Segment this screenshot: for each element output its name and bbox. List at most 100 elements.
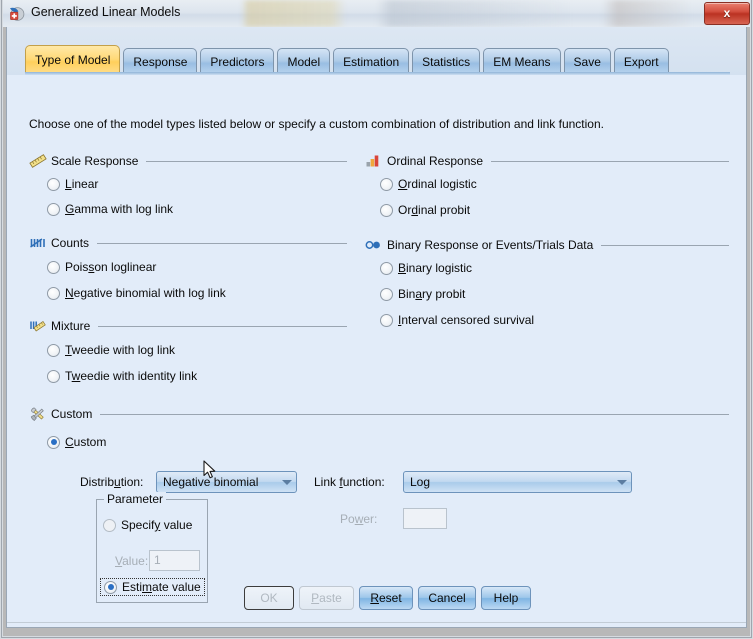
tab-model[interactable]: Model <box>277 48 331 75</box>
radio-ordinal-logistic[interactable]: Ordinal logistic <box>380 177 477 191</box>
type-of-model-panel: Choose one of the model types listed bel… <box>7 75 746 626</box>
section-binary-response: Binary Response or Events/Trials Data <box>365 237 729 253</box>
ok-button[interactable]: OK <box>244 586 294 610</box>
tab-export[interactable]: Export <box>613 48 669 75</box>
radio-indicator <box>380 203 393 217</box>
radio-indicator <box>103 518 116 532</box>
binary-dots-icon <box>365 237 383 253</box>
tab-response[interactable]: Response <box>123 48 198 75</box>
chevron-down-icon <box>282 479 292 485</box>
radio-interval-censored-survival[interactable]: Interval censored survival <box>380 313 534 327</box>
parameter-groupbox-title: Parameter <box>104 492 167 506</box>
link-function-label: Link function: <box>314 475 385 489</box>
window-title: Generalized Linear Models <box>31 5 181 19</box>
section-mixture-label: Mixture <box>51 319 91 333</box>
section-mixture: Mixture <box>29 318 347 334</box>
value-label: Value: <box>115 554 149 568</box>
tab-em-means[interactable]: EM Means <box>483 48 561 75</box>
radio-indicator <box>380 287 393 301</box>
generalized-linear-models-dialog: Generalized Linear Models x Type of Mode… <box>0 0 753 639</box>
link-function-dropdown[interactable]: Log <box>403 471 632 493</box>
section-rule <box>491 160 729 162</box>
radio-poisson-loglinear-label: Poisson loglinear <box>65 260 157 274</box>
button-bar: OK Paste Reset Cancel Help <box>7 578 746 626</box>
radio-poisson-loglinear[interactable]: Poisson loglinear <box>47 260 156 274</box>
tab-strip: Type of Model Response Predictors Model … <box>7 27 746 75</box>
chevron-down-icon <box>617 479 627 485</box>
section-counts: Counts <box>29 235 347 251</box>
section-scale-response: Scale Response <box>29 153 347 169</box>
radio-indicator <box>47 369 60 383</box>
section-ordinal-response-label: Ordinal Response <box>387 154 484 168</box>
radio-binary-probit-label: Binary probit <box>398 287 466 301</box>
section-rule <box>98 325 347 327</box>
radio-tweedie-with-log-link[interactable]: Tweedie with log link <box>47 343 175 357</box>
radio-ordinal-probit[interactable]: Ordinal probit <box>380 203 470 217</box>
section-custom-label: Custom <box>51 407 93 421</box>
radio-ordinal-probit-label: Ordinal probit <box>398 203 471 217</box>
section-rule <box>100 413 729 415</box>
section-scale-response-label: Scale Response <box>51 154 139 168</box>
instruction-text: Choose one of the model types listed bel… <box>29 117 604 131</box>
section-rule <box>601 244 729 246</box>
tab-estimation[interactable]: Estimation <box>333 48 410 75</box>
distribution-dropdown[interactable]: Negative binomial <box>156 471 297 493</box>
radio-specify-value-label: Specify value <box>121 518 193 532</box>
tools-icon <box>29 406 47 422</box>
help-button[interactable]: Help <box>481 586 531 610</box>
radio-binary-logistic-label: Binary logistic <box>398 261 473 275</box>
radio-indicator <box>380 313 393 327</box>
paste-button[interactable]: Paste <box>299 586 354 610</box>
reset-button[interactable]: Reset <box>359 586 413 610</box>
radio-indicator <box>47 343 60 357</box>
dialog-client-area: Type of Model Response Predictors Model … <box>6 27 747 628</box>
close-button[interactable]: x <box>704 2 750 25</box>
radio-tweedie-with-log-link-label: Tweedie with log link <box>65 343 176 357</box>
tab-predictors[interactable]: Predictors <box>200 48 275 75</box>
tab-type-of-model[interactable]: Type of Model <box>25 45 121 75</box>
tab-save[interactable]: Save <box>563 48 611 75</box>
radio-indicator <box>47 177 60 191</box>
link-function-value: Log <box>410 475 431 489</box>
section-rule <box>146 160 347 162</box>
radio-indicator <box>380 261 393 275</box>
radio-custom-label: Custom <box>65 435 107 449</box>
radio-linear-label: Linear <box>65 177 99 191</box>
section-ordinal-response: Ordinal Response <box>365 153 729 169</box>
tally-marks-icon <box>29 235 47 251</box>
tab-list: Type of Model Response Predictors Model … <box>25 45 672 75</box>
radio-gamma-with-log-link-label: Gamma with log link <box>65 202 174 216</box>
distribution-label: Distribution: <box>80 475 144 489</box>
radio-binary-probit[interactable]: Binary probit <box>380 287 465 301</box>
title-bar: Generalized Linear Models x <box>0 0 753 27</box>
radio-tweedie-with-identity-link-label: Tweedie with identity link <box>65 369 198 383</box>
radio-ordinal-logistic-label: Ordinal logistic <box>398 177 477 191</box>
radio-gamma-with-log-link[interactable]: Gamma with log link <box>47 202 173 216</box>
radio-negative-binomial-with-log-link[interactable]: Negative binomial with log link <box>47 286 226 300</box>
radio-indicator <box>47 260 60 274</box>
spss-app-icon <box>8 5 25 22</box>
radio-indicator <box>47 202 60 216</box>
tab-statistics[interactable]: Statistics <box>412 48 481 75</box>
value-input[interactable]: 1 <box>149 550 200 571</box>
ruler-icon <box>29 153 47 169</box>
radio-custom[interactable]: Custom <box>47 435 106 449</box>
cancel-button[interactable]: Cancel <box>418 586 476 610</box>
power-label: Power: <box>340 512 378 526</box>
radio-negative-binomial-with-log-link-label: Negative binomial with log link <box>65 286 226 300</box>
section-counts-label: Counts <box>51 236 90 250</box>
power-input[interactable] <box>403 508 447 529</box>
radio-indicator <box>47 435 60 449</box>
section-custom: Custom <box>29 406 729 422</box>
radio-specify-value[interactable]: Specify value <box>103 518 192 532</box>
radio-binary-logistic[interactable]: Binary logistic <box>380 261 472 275</box>
radio-indicator <box>47 286 60 300</box>
section-binary-response-label: Binary Response or Events/Trials Data <box>387 238 594 252</box>
radio-indicator <box>380 177 393 191</box>
mixture-icon <box>29 318 47 334</box>
radio-tweedie-with-identity-link[interactable]: Tweedie with identity link <box>47 369 197 383</box>
radio-interval-censored-survival-label: Interval censored survival <box>398 313 535 327</box>
section-rule <box>97 242 347 244</box>
radio-linear[interactable]: Linear <box>47 177 98 191</box>
distribution-value: Negative binomial <box>163 475 259 489</box>
